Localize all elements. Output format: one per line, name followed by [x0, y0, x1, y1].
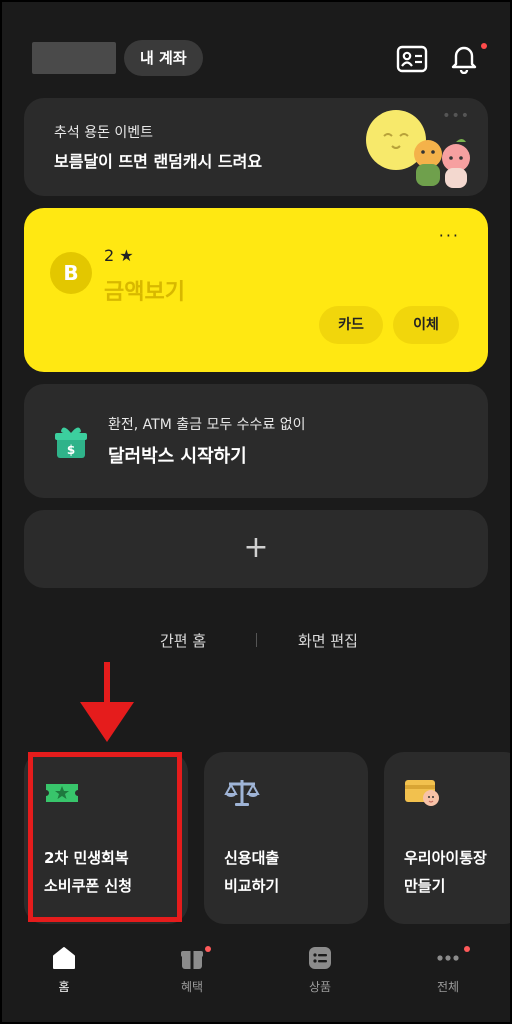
tab-benefit[interactable]: 혜택 — [152, 944, 232, 995]
home-icon — [53, 947, 75, 969]
tab-label: 혜택 — [180, 980, 204, 994]
transfer-button[interactable]: 이체 — [393, 306, 459, 344]
tab-home[interactable]: 홈 — [24, 944, 104, 995]
benefit-notification-dot — [205, 946, 211, 952]
view-balance-label[interactable]: 금액보기 — [104, 274, 185, 306]
dollar-box-card[interactable]: $ 환전, ATM 출금 모두 수수료 없이 달러박스 시작하기 — [24, 384, 488, 498]
bell-icon[interactable] — [449, 42, 479, 74]
event-subtitle: 추석 용돈 이벤트 — [54, 125, 154, 141]
tile-label-line1: 우리아이통장 — [404, 849, 487, 867]
gift-box-icon: $ — [55, 427, 87, 458]
tile-label-line2: 비교하기 — [224, 877, 280, 895]
more-dots-icon — [437, 955, 459, 961]
svg-text:$: $ — [67, 443, 75, 457]
card-button[interactable]: 카드 — [319, 306, 383, 344]
tile-kids-account[interactable]: 우리아이통장 만들기 — [384, 752, 512, 924]
dollar-box-subtitle: 환전, ATM 출금 모두 수수료 없이 — [108, 417, 306, 433]
tab-product[interactable]: 상품 — [280, 944, 360, 995]
tile-label-line2: 만들기 — [404, 877, 446, 895]
tab-all[interactable]: 전체 — [408, 944, 488, 995]
kids-passbook-icon — [405, 780, 439, 806]
tile-label: 우리아이통장 만들기 — [404, 844, 487, 900]
dollar-box-title: 달러박스 시작하기 — [108, 446, 247, 467]
bank-account-card[interactable]: B 2 ★ 금액보기 ··· 카드 이체 — [24, 208, 488, 372]
gift-icon — [181, 951, 203, 969]
id-card-icon[interactable] — [396, 44, 428, 74]
event-title: 보름달이 뜨면 랜덤캐시 드려요 — [54, 152, 263, 171]
product-list-icon — [309, 947, 331, 969]
plus-icon: + — [243, 530, 269, 565]
bank-logo-icon: B — [50, 252, 92, 294]
link-divider — [256, 633, 257, 647]
my-account-button[interactable]: 내 계좌 — [124, 40, 203, 76]
notification-dot — [481, 43, 487, 49]
tile-label-line1: 신용대출 — [224, 849, 280, 867]
red-highlight-box — [28, 752, 182, 922]
balance-scale-icon — [224, 780, 260, 806]
simple-home-link[interactable]: 간편 홈 — [160, 630, 206, 651]
all-notification-dot — [464, 946, 470, 952]
home-options-links: 간편 홈 화면 편집 — [0, 628, 512, 652]
edit-screen-link[interactable]: 화면 편집 — [298, 630, 358, 651]
tile-credit-loan[interactable]: 신용대출 비교하기 — [204, 752, 368, 924]
tab-label: 상품 — [308, 980, 332, 994]
account-holder-name-redacted — [32, 42, 116, 74]
event-banner[interactable]: 추석 용돈 이벤트 보름달이 뜨면 랜덤캐시 드려요 ••• — [24, 98, 488, 196]
tab-label: 전체 — [436, 980, 460, 994]
tile-label: 신용대출 비교하기 — [224, 844, 279, 900]
add-widget-button[interactable]: + — [24, 510, 488, 588]
tab-label: 홈 — [58, 980, 70, 994]
moon-characters-illustration — [366, 110, 470, 188]
bottom-tab-bar: 홈 혜택 상품 전체 — [0, 940, 512, 1024]
more-options-icon[interactable]: ··· — [439, 226, 460, 245]
account-number: 2 ★ — [104, 246, 134, 265]
red-arrow-annotation — [80, 662, 134, 742]
